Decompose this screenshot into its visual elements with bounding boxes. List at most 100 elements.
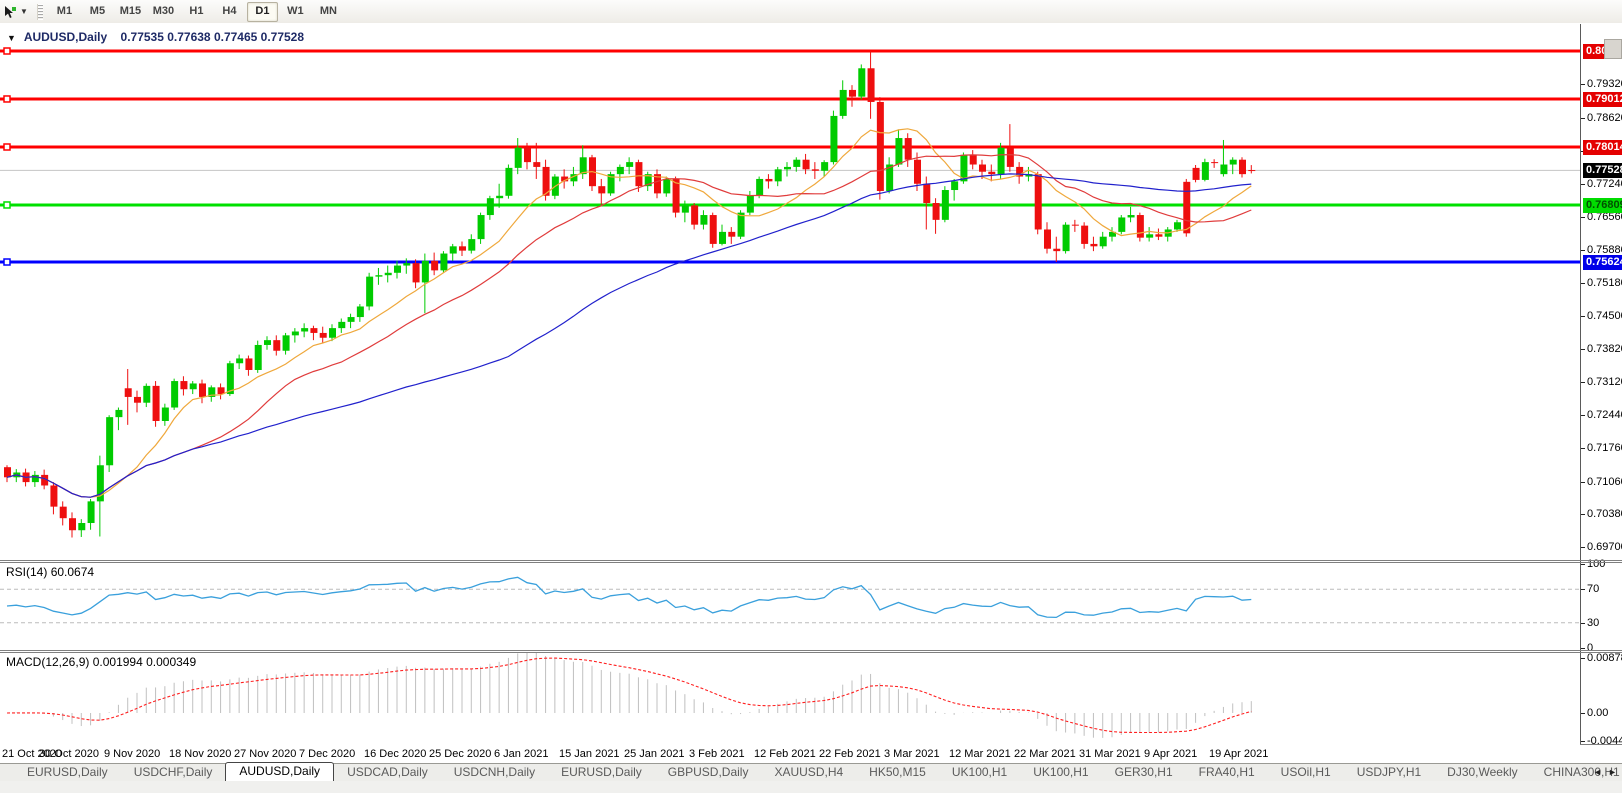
line-anchor-handle[interactable] bbox=[3, 95, 11, 103]
timeframe-button-m15[interactable]: M15 bbox=[115, 2, 146, 22]
chart-tab-gbpusd-daily[interactable]: GBPUSD,Daily bbox=[655, 764, 762, 781]
chart-tab-dj30-weekly[interactable]: DJ30,Weekly bbox=[1434, 764, 1530, 781]
candle-body bbox=[264, 340, 271, 345]
candle-body bbox=[1211, 162, 1219, 164]
rsi-pane[interactable] bbox=[0, 563, 1580, 650]
date-tick-label: 16 Dec 2020 bbox=[364, 748, 427, 760]
axis-tick-mark bbox=[1581, 283, 1585, 285]
candle-body bbox=[1229, 159, 1237, 165]
timeframe-button-d1[interactable]: D1 bbox=[246, 2, 278, 22]
chart-tab-uk100-h1[interactable]: UK100,H1 bbox=[1020, 764, 1101, 781]
tab-scroll-right-icon[interactable]: ► bbox=[1608, 767, 1617, 777]
candle-body bbox=[171, 381, 179, 408]
date-tick-label: 6 Jan 2021 bbox=[494, 748, 549, 760]
axis-tick-label: 0.79320 bbox=[1587, 78, 1622, 91]
axis-tick-mark bbox=[1581, 648, 1585, 649]
timeframe-button-m5[interactable]: M5 bbox=[82, 2, 113, 22]
timeframe-button-w1[interactable]: W1 bbox=[280, 2, 311, 22]
candle-body bbox=[524, 147, 531, 163]
chart-tab-fra40-h1[interactable]: FRA40,H1 bbox=[1186, 764, 1268, 781]
chart-menu-icon[interactable]: ▼ bbox=[7, 33, 16, 43]
date-tick-label: 3 Feb 2021 bbox=[689, 748, 745, 760]
chart-tab-ger30-h1[interactable]: GER30,H1 bbox=[1102, 764, 1186, 781]
tab-scroll-left-icon[interactable]: ◄ bbox=[1593, 767, 1602, 777]
axis-tick-label: 0.73820 bbox=[1587, 342, 1622, 355]
axis-tick-label: 0.71060 bbox=[1587, 475, 1622, 488]
pane-separator[interactable] bbox=[0, 652, 1622, 653]
candle-body bbox=[505, 167, 513, 196]
line-anchor-handle[interactable] bbox=[3, 258, 11, 266]
candle-body bbox=[616, 166, 624, 175]
timeframe-button-mn[interactable]: MN bbox=[313, 2, 344, 22]
timeframe-button-h4[interactable]: H4 bbox=[214, 2, 245, 22]
timeframe-button-m30[interactable]: M30 bbox=[148, 2, 179, 22]
axis-tick-mark bbox=[1581, 117, 1585, 119]
chart-tab-usdcad-daily[interactable]: USDCAD,Daily bbox=[334, 764, 441, 781]
candle-body bbox=[691, 205, 699, 225]
chart-tab-eurusd-daily[interactable]: EURUSD,Daily bbox=[14, 764, 121, 781]
rsi-indicator-label: RSI(14) 60.0674 bbox=[6, 565, 95, 579]
timeframe-button-m1[interactable]: M1 bbox=[49, 2, 80, 22]
axis-tick-mark bbox=[1581, 713, 1585, 714]
candle-body bbox=[1099, 236, 1107, 247]
candle-body bbox=[59, 506, 67, 519]
candle-body bbox=[440, 253, 448, 271]
chart-tab-usdchf-daily[interactable]: USDCHF,Daily bbox=[121, 764, 226, 781]
pane-separator[interactable] bbox=[0, 560, 1622, 561]
axis-tick-label: 0.69700 bbox=[1587, 541, 1622, 554]
date-tick-label: 25 Jan 2021 bbox=[624, 748, 685, 760]
chart-tab-hk50-m15[interactable]: HK50,M15 bbox=[856, 764, 939, 781]
chart-tab-uk100-h1[interactable]: UK100,H1 bbox=[939, 764, 1020, 781]
cursor-tool-icon[interactable] bbox=[1, 3, 19, 21]
chart-tab-usdjpy-h1[interactable]: USDJPY,H1 bbox=[1344, 764, 1434, 781]
candle-body bbox=[765, 178, 773, 182]
candle-body bbox=[849, 89, 856, 97]
candle-body bbox=[988, 171, 996, 175]
cursor-tool-dropdown-icon[interactable]: ▼ bbox=[20, 7, 28, 16]
axis-tick-label: -0.004451 bbox=[1587, 734, 1622, 747]
candle-body bbox=[904, 138, 912, 160]
timeframe-buttons: M1 M5 M15 M30 H1 H4 D1 W1 MN bbox=[48, 1, 345, 22]
candle-body bbox=[979, 164, 986, 172]
line-anchor-handle[interactable] bbox=[3, 47, 11, 55]
axis-tick-label: 0.75180 bbox=[1587, 277, 1622, 290]
main-chart-pane[interactable] bbox=[0, 24, 1580, 561]
candle-body bbox=[152, 385, 160, 421]
candle-body bbox=[226, 363, 234, 395]
candle-body bbox=[923, 183, 931, 204]
chart-tab-eurusd-daily[interactable]: EURUSD,Daily bbox=[548, 764, 655, 781]
candle-body bbox=[1192, 167, 1200, 180]
candle-body bbox=[403, 263, 411, 266]
pane-separator[interactable] bbox=[0, 562, 1622, 563]
timeframe-button-h1[interactable]: H1 bbox=[181, 2, 212, 22]
chart-tab-audusd-daily[interactable]: AUDUSD,Daily bbox=[225, 762, 335, 781]
date-tick-label: 19 Apr 2021 bbox=[1209, 748, 1269, 760]
date-tick-label: 7 Dec 2020 bbox=[299, 748, 356, 760]
date-tick-label: 31 Mar 2021 bbox=[1079, 748, 1141, 760]
chart-tab-bar: EURUSD,Daily USDCHF,Daily AUDUSD,Daily USDC… bbox=[0, 762, 1622, 781]
date-tick-label: 22 Mar 2021 bbox=[1014, 748, 1076, 760]
date-tick-label: 9 Apr 2021 bbox=[1144, 748, 1198, 760]
line-anchor-handle[interactable] bbox=[3, 143, 11, 151]
candle-body bbox=[784, 166, 791, 170]
candle-body bbox=[839, 89, 847, 116]
chart-tab-xauusd-h4[interactable]: XAUUSD,H4 bbox=[761, 764, 856, 781]
candle-body bbox=[895, 138, 903, 165]
pane-separator[interactable] bbox=[0, 650, 1622, 651]
candle-body bbox=[1183, 181, 1191, 234]
axis-tick-mark bbox=[1581, 514, 1585, 516]
time-axis[interactable]: 21 Oct 2020 30 Oct 2020 9 Nov 2020 18 Nov 2… bbox=[0, 744, 1580, 763]
line-anchor-handle[interactable] bbox=[3, 201, 11, 209]
candle-body bbox=[830, 115, 838, 163]
candle-body bbox=[496, 195, 504, 199]
candle-body bbox=[1174, 222, 1181, 230]
chart-tab-usdcnh-daily[interactable]: USDCNH,Daily bbox=[441, 764, 548, 781]
candle-body bbox=[746, 195, 754, 213]
moving-average-line bbox=[6, 128, 1252, 498]
candle-body bbox=[1081, 225, 1089, 244]
chart-tab-usoil-h1[interactable]: USOil,H1 bbox=[1268, 764, 1344, 781]
price-axis[interactable]: 0.793200.786200.779400.772400.765600.758… bbox=[1581, 24, 1622, 747]
candle-body bbox=[719, 231, 726, 244]
toolbar-grip[interactable] bbox=[36, 3, 43, 20]
macd-pane[interactable] bbox=[0, 653, 1580, 744]
